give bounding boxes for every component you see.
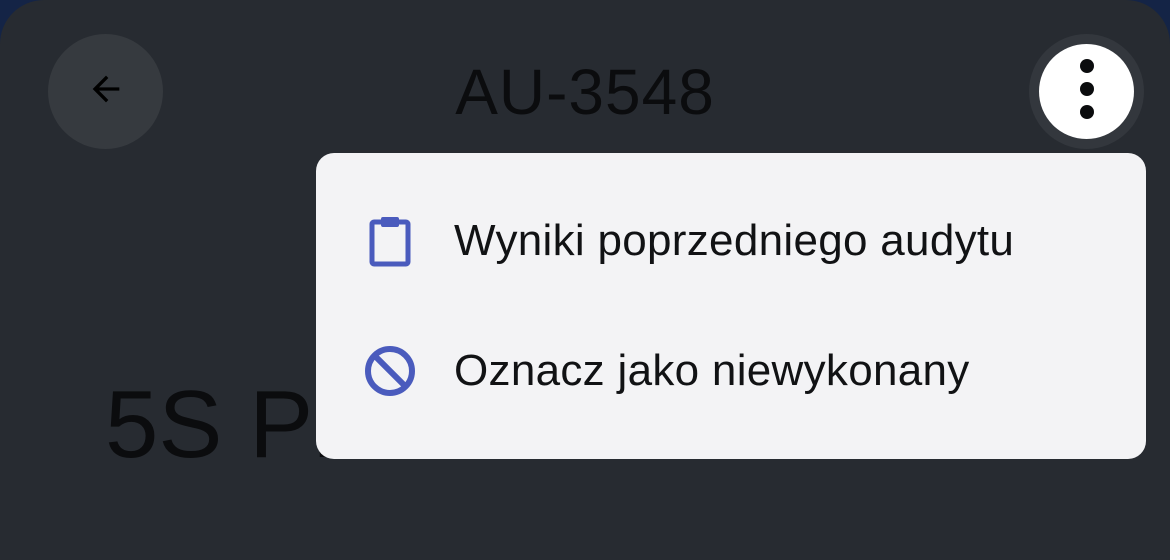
menu-item-previous-results[interactable]: Wyniki poprzedniego audytu (316, 176, 1014, 306)
menu-item-mark-not-done[interactable]: Oznacz jako niewykonany (316, 306, 970, 436)
overflow-menu: Wyniki poprzedniego audytu Oznacz jako n… (316, 153, 1146, 459)
screen: AU-3548 5S Production Line Wyniki poprze… (0, 0, 1170, 560)
block-icon (362, 343, 418, 399)
audit-code-title: AU-3548 (455, 56, 715, 128)
more-options-button[interactable] (1039, 44, 1134, 139)
more-vertical-icon (1075, 54, 1099, 129)
menu-item-label: Oznacz jako niewykonany (454, 346, 970, 395)
clipboard-icon (362, 213, 418, 269)
menu-item-label: Wyniki poprzedniego audytu (454, 216, 1015, 265)
